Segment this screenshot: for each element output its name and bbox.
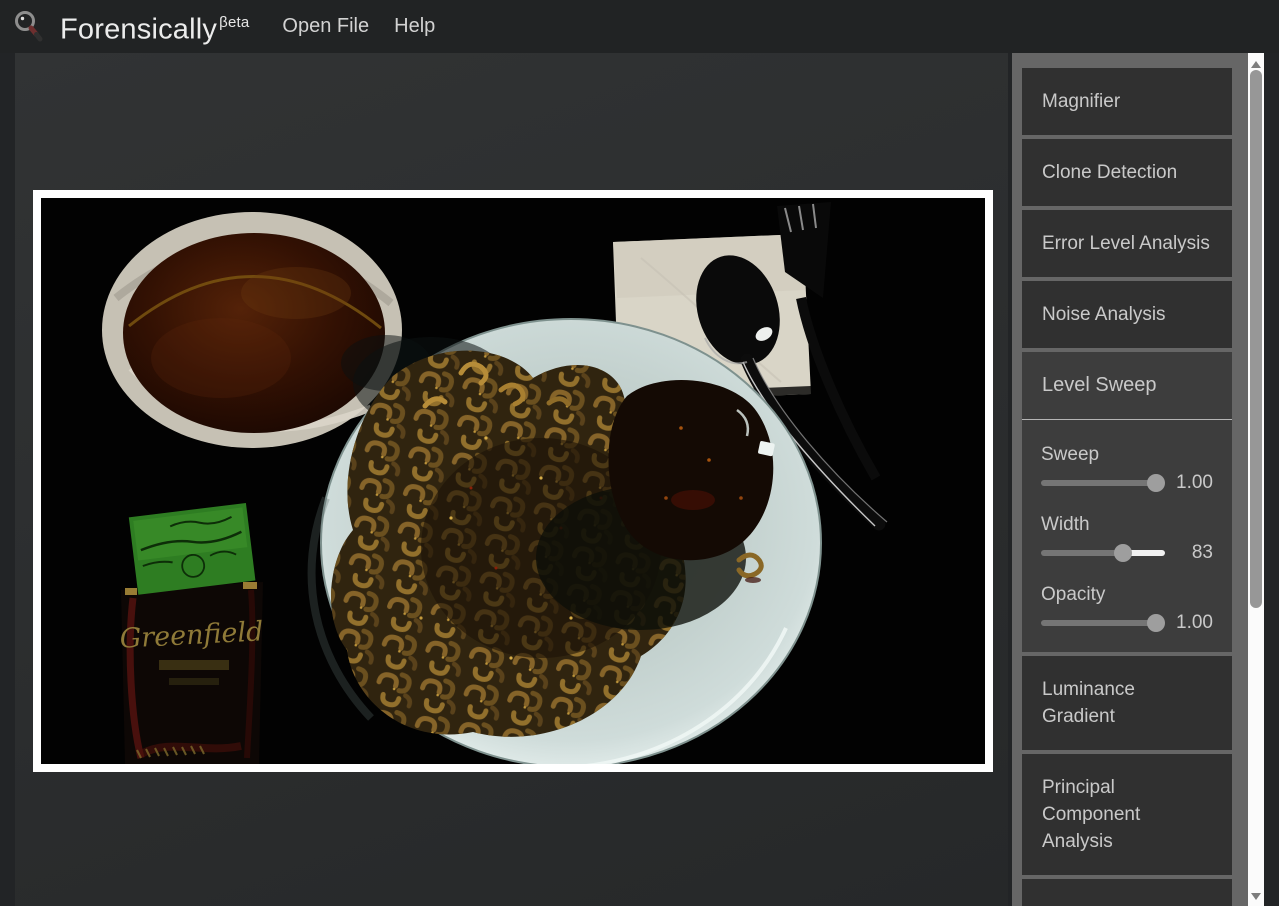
sweep-slider-track[interactable] [1041,474,1166,492]
food-photo: Greenfield [41,198,985,764]
sidebar-item-magnifier[interactable]: Magnifier [1022,68,1232,135]
tea-cup [102,212,402,448]
opacity-slider-thumb[interactable] [1147,614,1166,632]
app-title-text: Forensically [60,13,218,46]
sidebar-item-partial[interactable] [1022,879,1232,906]
sidebar-item-noise-analysis[interactable]: Noise Analysis [1022,281,1232,348]
opacity-label: Opacity [1041,584,1106,605]
sweep-slider-thumb[interactable] [1147,474,1166,492]
scrollbar-track[interactable] [1248,53,1264,906]
slider-group-opacity: Opacity 1.00 [1041,581,1213,638]
level-sweep-controls: Sweep 1.00 Width 83 Opacity 1.00 [1022,420,1232,652]
slider-group-sweep: Sweep 1.00 [1041,441,1213,498]
magnifier-logo-icon [15,10,43,41]
menu-help[interactable]: Help [394,0,435,53]
tool-sidebar: Magnifier Clone Detection Error Level An… [1012,53,1248,906]
sidebar-item-error-level-analysis[interactable]: Error Level Analysis [1022,210,1232,277]
level-sweep-panel: Level Sweep Sweep 1.00 Width 83 Opacity … [1022,352,1232,652]
sidebar-item-level-sweep[interactable]: Level Sweep [1022,352,1232,420]
width-value: 83 [1191,542,1213,563]
opacity-value: 1.00 [1176,612,1213,633]
sticky-note [128,502,256,595]
opacity-slider-track[interactable] [1041,614,1166,632]
sweep-label: Sweep [1041,444,1100,465]
slider-group-width: Width 83 [1041,511,1213,568]
beta-badge: βeta [219,13,250,31]
menu-open-file[interactable]: Open File [282,0,369,53]
width-label: Width [1041,514,1090,535]
canvas-area: Greenfield [15,53,1008,906]
width-slider-thumb[interactable] [1113,544,1132,562]
header: Forensically βeta Open File Help [0,0,1279,53]
sauce-smear [671,490,715,510]
app-title: Forensically βeta [60,0,249,56]
scrollbar-thumb[interactable] [1250,70,1262,608]
width-slider-track[interactable] [1041,544,1165,562]
scroll-up-arrow-icon[interactable] [1251,61,1261,68]
tea-packet: Greenfield [119,582,264,764]
scroll-down-arrow-icon[interactable] [1251,893,1261,900]
sidebar-item-principal-component-analysis[interactable]: Principal Component Analysis [1022,754,1232,875]
sidebar-item-clone-detection[interactable]: Clone Detection [1022,139,1232,206]
sidebar-item-luminance-gradient[interactable]: Luminance Gradient [1022,656,1232,750]
sweep-value: 1.00 [1176,472,1213,493]
analyzed-image[interactable]: Greenfield [33,190,993,772]
